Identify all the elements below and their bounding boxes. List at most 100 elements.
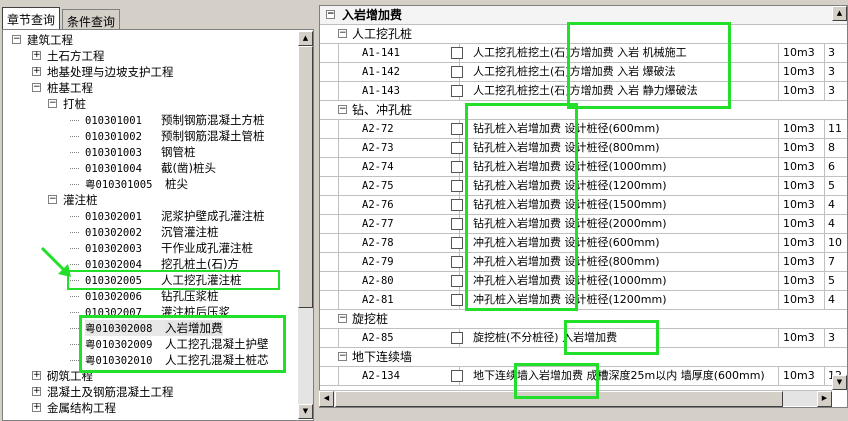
- expand-icon[interactable]: +: [32, 387, 41, 396]
- tree-folder-label: 建筑工程: [27, 33, 73, 47]
- collapse-icon[interactable]: −: [12, 35, 21, 44]
- row-checkbox[interactable]: [451, 66, 463, 78]
- table-row[interactable]: A2-77 钻孔桩入岩增加费 设计桩径(2000mm) 10m3 4: [320, 215, 847, 234]
- table-scroll-down-icon[interactable]: ▼: [832, 375, 847, 390]
- tree-item-code: 010301002: [85, 131, 142, 143]
- quota-value: 4: [828, 293, 835, 306]
- group-title: 入岩增加费: [342, 8, 403, 22]
- expand-icon[interactable]: +: [32, 403, 41, 412]
- quota-code: A2-78: [338, 234, 460, 252]
- table-row[interactable]: A2-81 冲孔桩入岩增加费 设计桩径(1200mm) 10m3 4: [320, 291, 847, 310]
- tree-folder[interactable]: + 混凝土及钢筋混凝土工程: [32, 384, 174, 400]
- row-checkbox[interactable]: [451, 142, 463, 154]
- row-checkbox[interactable]: [451, 161, 463, 173]
- table-row[interactable]: A2-75 钻孔桩入岩增加费 设计桩径(1200mm) 10m3 5: [320, 177, 847, 196]
- row-checkbox[interactable]: [451, 180, 463, 192]
- table-row[interactable]: A2-78 冲孔桩入岩增加费 设计桩径(600mm) 10m3 10: [320, 234, 847, 253]
- row-checkbox[interactable]: [451, 85, 463, 97]
- row-checkbox[interactable]: [451, 237, 463, 249]
- expand-icon[interactable]: +: [32, 371, 41, 380]
- quota-unit: 10m3: [779, 215, 825, 233]
- collapse-icon[interactable]: −: [338, 352, 347, 361]
- tree-folder[interactable]: + 地基处理与边坡支护工程: [32, 64, 174, 80]
- tree-item-label: 钢管桩: [161, 145, 196, 159]
- group-title: 地下连续墙: [352, 350, 413, 364]
- tree-folder-label: 混凝土及钢筋混凝土工程: [47, 385, 174, 399]
- tree-folder[interactable]: − 桩基工程: [32, 80, 93, 96]
- expand-icon[interactable]: +: [32, 67, 41, 76]
- table-row[interactable]: A2-73 钻孔桩入岩增加费 设计桩径(800mm) 10m3 8: [320, 139, 847, 158]
- tree-item-label: 沉管灌注桩: [161, 225, 219, 239]
- scroll-thumb[interactable]: [298, 46, 313, 308]
- row-checkbox[interactable]: [451, 47, 463, 59]
- tree-folder[interactable]: − 打桩: [48, 96, 86, 112]
- tree-item-010301002[interactable]: 010301002 预制钢筋混凝土管桩: [70, 128, 265, 144]
- quota-value: 3: [828, 65, 835, 78]
- tree-item-code: 010301001: [85, 115, 142, 127]
- tree-folder-label: 土石方工程: [47, 49, 105, 63]
- tree-item-010302006[interactable]: 010302006 钻孔压浆桩: [70, 288, 219, 304]
- row-checkbox[interactable]: [451, 370, 463, 382]
- quota-unit: 10m3: [779, 196, 825, 214]
- tree-item-粤010301005[interactable]: 粤010301005 桩尖: [70, 176, 188, 192]
- quota-code: A2-85: [338, 329, 460, 347]
- collapse-icon[interactable]: −: [338, 105, 347, 114]
- tab-condition-query[interactable]: 条件查询: [62, 9, 121, 29]
- tree-folder[interactable]: + 金属结构工程: [32, 400, 116, 416]
- tree-folder[interactable]: + 土石方工程: [32, 48, 105, 64]
- tree-item-010301001[interactable]: 010301001 预制钢筋混凝土方桩: [70, 112, 265, 128]
- quota-unit: 10m3: [779, 367, 825, 385]
- tree-vertical-scrollbar[interactable]: ▲ ▼: [298, 31, 313, 419]
- quota-code: A2-79: [338, 253, 460, 271]
- collapse-icon[interactable]: −: [338, 29, 347, 38]
- row-checkbox[interactable]: [451, 294, 463, 306]
- row-checkbox[interactable]: [451, 199, 463, 211]
- tree-item-label: 桩尖: [165, 177, 188, 191]
- collapse-icon[interactable]: −: [48, 195, 57, 204]
- tree-item-010302003[interactable]: 010302003 干作业成孔灌注桩: [70, 240, 253, 256]
- quota-value: 5: [828, 274, 835, 287]
- collapse-icon[interactable]: −: [32, 83, 41, 92]
- row-checkbox[interactable]: [451, 275, 463, 287]
- quota-value: 3: [828, 46, 835, 59]
- table-row[interactable]: A2-79 冲孔桩入岩增加费 设计桩径(800mm) 10m3 7: [320, 253, 847, 272]
- tree-item-label: 钻孔压浆桩: [161, 289, 219, 303]
- table-row[interactable]: A2-76 钻孔桩入岩增加费 设计桩径(1500mm) 10m3 4: [320, 196, 847, 215]
- quota-unit: 10m3: [779, 234, 825, 252]
- collapse-icon[interactable]: −: [326, 10, 335, 19]
- table-scroll-up-icon[interactable]: ▲: [832, 6, 847, 21]
- collapse-icon[interactable]: −: [48, 99, 57, 108]
- row-checkbox[interactable]: [451, 332, 463, 344]
- scroll-right-icon[interactable]: ▶: [817, 391, 832, 407]
- highlight-box-rock-entry-3: [564, 320, 659, 355]
- group-title: 钻、冲孔桩: [352, 103, 413, 117]
- quota-unit: 10m3: [779, 177, 825, 195]
- quota-code: A2-72: [338, 120, 460, 138]
- tree-item-010301004[interactable]: 010301004 截(凿)桩头: [70, 160, 216, 176]
- tree-item-code: 010302001: [85, 211, 142, 223]
- expand-icon[interactable]: +: [32, 51, 41, 60]
- row-checkbox[interactable]: [451, 218, 463, 230]
- quota-code: A2-74: [338, 158, 460, 176]
- table-row[interactable]: A2-74 钻孔桩入岩增加费 设计桩径(1000mm) 10m3 6: [320, 158, 847, 177]
- tree-folder-label: 打桩: [63, 97, 86, 111]
- table-row[interactable]: A2-80 冲孔桩入岩增加费 设计桩径(1000mm) 10m3 5: [320, 272, 847, 291]
- tree-item-label: 截(凿)桩头: [161, 161, 216, 175]
- tree-folder[interactable]: − 灌注桩: [48, 192, 98, 208]
- tree-item-010301003[interactable]: 010301003 钢管桩: [70, 144, 196, 160]
- row-checkbox[interactable]: [451, 123, 463, 135]
- scroll-down-icon[interactable]: ▼: [298, 404, 313, 419]
- row-checkbox[interactable]: [451, 256, 463, 268]
- scroll-up-icon[interactable]: ▲: [298, 31, 313, 46]
- tree-item-010302002[interactable]: 010302002 沉管灌注桩: [70, 224, 219, 240]
- scroll-left-icon[interactable]: ◀: [319, 391, 334, 407]
- quota-value: 3: [828, 84, 835, 97]
- tab-chapter-query[interactable]: 章节查询: [2, 7, 61, 29]
- highlight-box-rock-entry-4: [514, 363, 599, 399]
- collapse-icon[interactable]: −: [338, 314, 347, 323]
- table-row[interactable]: A2-72 钻孔桩入岩增加费 设计桩径(600mm) 10m3 11: [320, 120, 847, 139]
- tree-folder[interactable]: − 建筑工程: [12, 32, 73, 48]
- tree-item-label: 预制钢筋混凝土管桩: [161, 129, 265, 143]
- quota-value: 6: [828, 160, 835, 173]
- tree-item-010302001[interactable]: 010302001 泥浆护壁成孔灌注桩: [70, 208, 265, 224]
